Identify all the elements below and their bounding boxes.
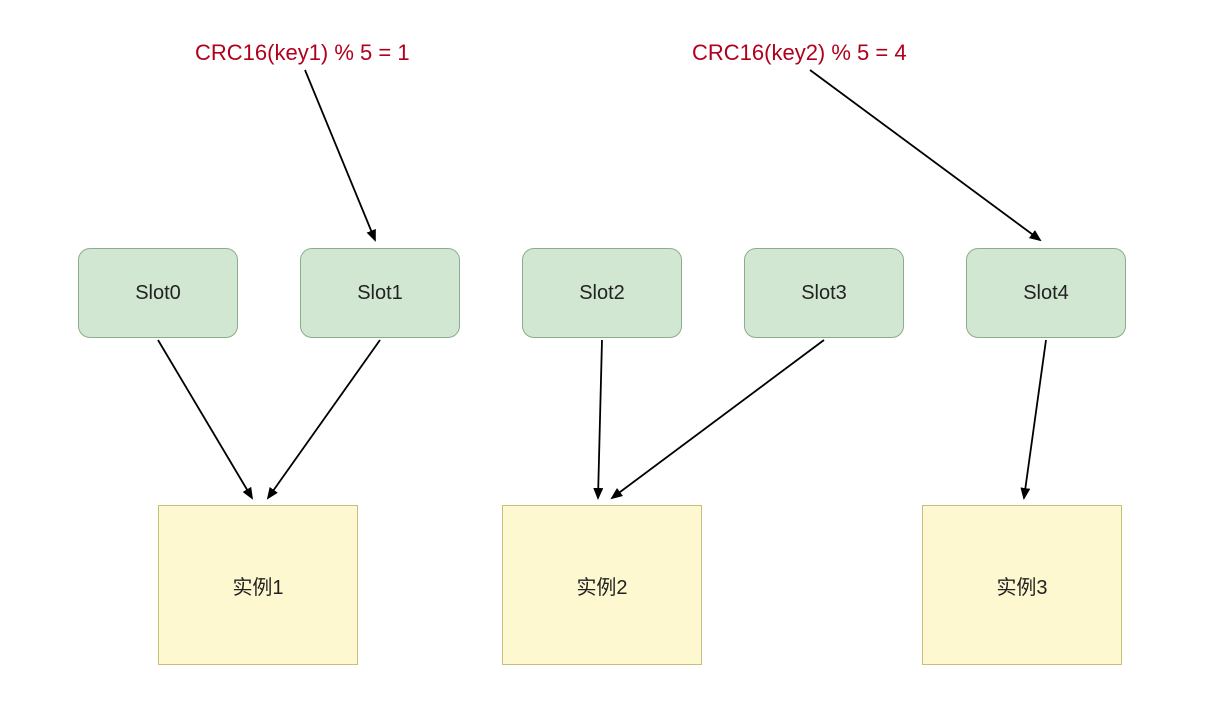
- arrow-slot2-to-inst2: [598, 340, 602, 498]
- arrow-slot3-to-inst2: [612, 340, 824, 498]
- arrow-key1-to-slot1: [305, 70, 375, 240]
- slot-box-3: Slot3: [744, 248, 904, 338]
- instance-box-3: 实例3: [922, 505, 1122, 665]
- arrow-slot0-to-inst1: [158, 340, 252, 498]
- arrow-slot1-to-inst1: [268, 340, 380, 498]
- formula-key2: CRC16(key2) % 5 = 4: [692, 40, 907, 66]
- instance-box-1: 实例1: [158, 505, 358, 665]
- slot-box-0: Slot0: [78, 248, 238, 338]
- diagram-canvas: CRC16(key1) % 5 = 1 CRC16(key2) % 5 = 4 …: [0, 0, 1216, 720]
- formula-key1: CRC16(key1) % 5 = 1: [195, 40, 410, 66]
- instance-box-2: 实例2: [502, 505, 702, 665]
- slot-box-1: Slot1: [300, 248, 460, 338]
- slot-box-4: Slot4: [966, 248, 1126, 338]
- arrow-slot4-to-inst3: [1024, 340, 1046, 498]
- slot-box-2: Slot2: [522, 248, 682, 338]
- arrow-key2-to-slot4: [810, 70, 1040, 240]
